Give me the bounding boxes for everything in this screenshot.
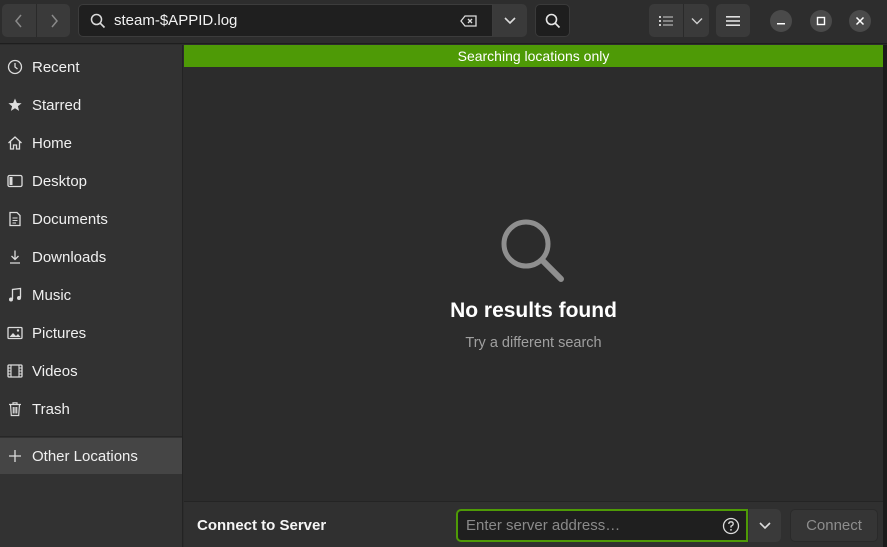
- search-icon: [501, 219, 564, 282]
- sidebar-item-desktop[interactable]: Desktop: [0, 162, 182, 200]
- search-icon: [545, 13, 560, 28]
- sidebar-item-label: Recent: [32, 58, 80, 76]
- banner-text: Searching locations only: [457, 48, 610, 64]
- view-options: [649, 4, 709, 37]
- sidebar-item-recent[interactable]: Recent: [0, 48, 182, 86]
- sidebar-item-label: Music: [32, 286, 72, 304]
- empty-state-title: No results found: [450, 299, 617, 322]
- search-entry[interactable]: steam-$APPID.log: [78, 4, 493, 37]
- maximize-button[interactable]: [810, 10, 832, 32]
- search-options-button[interactable]: [493, 4, 527, 37]
- plus-icon: [7, 448, 23, 464]
- document-icon: [7, 211, 23, 227]
- file-manager-window: steam-$APPID.log Recent Starred Home Des…: [0, 0, 887, 547]
- sidebar-item-label: Desktop: [32, 172, 88, 190]
- maximize-icon: [816, 16, 826, 26]
- search-info-banner: Searching locations only: [184, 45, 883, 67]
- sidebar-item-music[interactable]: Music: [0, 276, 182, 314]
- connect-button[interactable]: Connect: [790, 509, 878, 542]
- sidebar-item-trash[interactable]: Trash: [0, 390, 182, 428]
- search-icon: [90, 13, 106, 28]
- sidebar-item-label: Downloads: [32, 248, 107, 266]
- video-icon: [7, 363, 23, 379]
- chevron-down-icon: [691, 17, 702, 24]
- sidebar-item-label: Videos: [32, 362, 78, 380]
- sidebar-item-pictures[interactable]: Pictures: [0, 314, 182, 352]
- close-icon: [855, 16, 865, 26]
- results-view: No results found Try a different search: [184, 67, 883, 501]
- server-address-input[interactable]: Enter server address…: [456, 509, 748, 542]
- clear-text-icon: [460, 14, 477, 27]
- connect-to-server-bar: Connect to Server Enter server address… …: [184, 501, 883, 547]
- background-window-edge: [883, 45, 887, 547]
- navigation-buttons: [2, 4, 70, 37]
- download-icon: [7, 249, 23, 265]
- search-toggle-button[interactable]: [535, 4, 570, 37]
- recent-servers-dropdown[interactable]: [749, 509, 781, 542]
- clock-icon: [7, 59, 23, 75]
- chevron-right-icon: [50, 14, 58, 27]
- chevron-down-icon: [504, 16, 516, 24]
- chevron-down-icon: [759, 521, 771, 529]
- minimize-icon: [777, 23, 785, 25]
- sidebar-item-label: Pictures: [32, 324, 87, 342]
- home-icon: [7, 135, 23, 151]
- sidebar-item-label: Trash: [32, 400, 70, 418]
- main-menu-button[interactable]: [716, 4, 750, 37]
- chevron-left-icon: [15, 14, 22, 27]
- forward-button[interactable]: [36, 4, 70, 37]
- sidebar-item-starred[interactable]: Starred: [0, 86, 182, 124]
- list-view-icon: [659, 15, 673, 26]
- sidebar-item-label: Home: [32, 134, 73, 152]
- star-icon: [7, 97, 23, 113]
- help-icon[interactable]: [721, 516, 741, 536]
- sidebar-item-label: Starred: [32, 96, 82, 114]
- search-query-text[interactable]: steam-$APPID.log: [114, 12, 456, 29]
- clear-search-button[interactable]: [456, 11, 482, 31]
- server-address-placeholder[interactable]: Enter server address…: [466, 517, 721, 534]
- places-sidebar: Recent Starred Home Desktop Documents Do…: [0, 45, 183, 547]
- empty-state-subtitle: Try a different search: [465, 335, 602, 351]
- header-bar: steam-$APPID.log: [0, 0, 887, 44]
- view-dropdown-button[interactable]: [683, 4, 709, 37]
- sidebar-item-documents[interactable]: Documents: [0, 200, 182, 238]
- close-button[interactable]: [849, 10, 871, 32]
- connect-to-server-label: Connect to Server: [197, 517, 327, 534]
- picture-icon: [7, 325, 23, 341]
- sidebar-item-label: Other Locations: [32, 447, 138, 465]
- sidebar-item-home[interactable]: Home: [0, 124, 182, 162]
- sidebar-item-downloads[interactable]: Downloads: [0, 238, 182, 276]
- sidebar-item-videos[interactable]: Videos: [0, 352, 182, 390]
- list-view-button[interactable]: [649, 4, 683, 37]
- sidebar-item-label: Documents: [32, 210, 108, 228]
- minimize-button[interactable]: [770, 10, 792, 32]
- desktop-icon: [7, 173, 23, 189]
- back-button[interactable]: [2, 4, 36, 37]
- sidebar-separator: [0, 436, 182, 437]
- sidebar-item-other-locations[interactable]: Other Locations: [0, 438, 182, 474]
- trash-icon: [7, 401, 23, 417]
- music-icon: [7, 287, 23, 303]
- hamburger-menu-icon: [726, 15, 740, 26]
